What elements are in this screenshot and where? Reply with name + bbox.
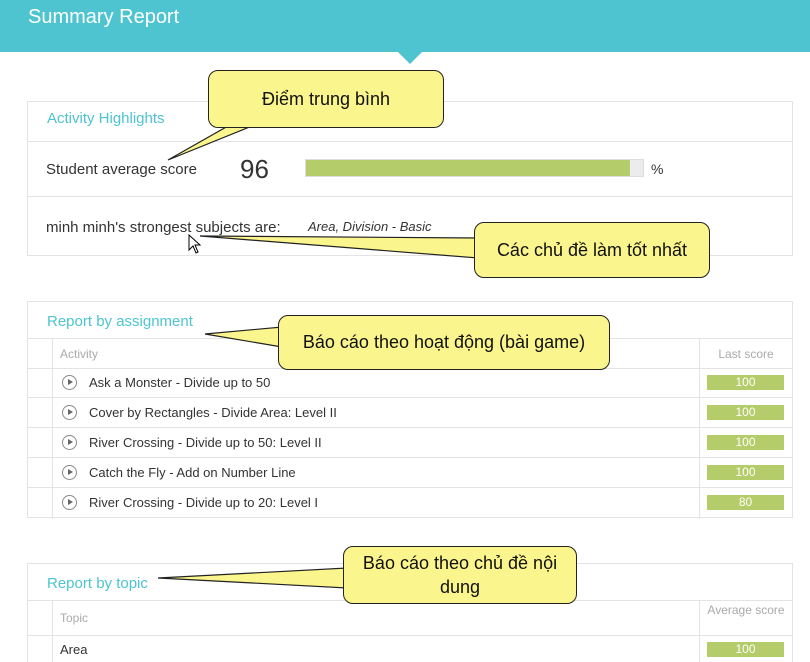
- table-row[interactable]: Catch the Fly - Add on Number Line 100: [28, 458, 792, 488]
- topic-report-title: Report by topic: [47, 575, 148, 592]
- callout-topic-report: Báo cáo theo chủ đề nội dung: [343, 546, 577, 604]
- callout-assignment-report: Báo cáo theo hoạt động (bài game): [278, 315, 610, 370]
- activity-column-header: Activity: [60, 347, 99, 361]
- average-score-bar-fill: [306, 160, 630, 176]
- header-bar: Summary Report: [0, 0, 810, 52]
- average-score-row: Student average score 96 %: [28, 141, 792, 197]
- score-badge: 100: [707, 405, 784, 420]
- strongest-subjects-label: minh minh's strongest subjects are:: [46, 219, 281, 236]
- callout-average-score: Điểm trung bình: [208, 70, 444, 128]
- activity-name: River Crossing - Divide up to 50: Level …: [89, 435, 322, 450]
- topic-name: Area: [60, 642, 88, 657]
- play-icon[interactable]: [62, 465, 77, 480]
- average-score-unit: %: [651, 161, 664, 177]
- topic-column-header: Topic: [60, 611, 89, 625]
- score-badge: 100: [707, 642, 784, 657]
- table-row[interactable]: River Crossing - Divide up to 20: Level …: [28, 488, 792, 518]
- average-score-bar: [305, 159, 644, 177]
- strongest-subjects-value: Area, Division - Basic: [308, 219, 432, 234]
- score-badge: 80: [707, 495, 784, 510]
- topic-table-header: Topic Average score: [28, 600, 792, 636]
- score-badge: 100: [707, 375, 784, 390]
- score-badge: 100: [707, 435, 784, 450]
- table-row[interactable]: Area 100: [28, 635, 792, 662]
- activity-name: Cover by Rectangles - Divide Area: Level…: [89, 405, 337, 420]
- last-score-column-header: Last score: [718, 347, 774, 361]
- page-title: Summary Report: [28, 6, 180, 28]
- average-score-value: 96: [240, 154, 269, 184]
- play-icon[interactable]: [62, 495, 77, 510]
- callout-strongest-subjects: Các chủ đề làm tốt nhất: [474, 222, 710, 278]
- assignment-report-title: Report by assignment: [47, 313, 193, 330]
- average-score-column-header: Average score: [707, 603, 785, 617]
- score-badge: 100: [707, 465, 784, 480]
- activity-name: Ask a Monster - Divide up to 50: [89, 375, 271, 390]
- header-notch: [398, 52, 422, 64]
- table-row[interactable]: Ask a Monster - Divide up to 50 100: [28, 368, 792, 398]
- average-score-label: Student average score: [46, 161, 197, 178]
- mouse-cursor-icon: [188, 234, 202, 254]
- activity-name: River Crossing - Divide up to 20: Level …: [89, 495, 319, 510]
- play-icon[interactable]: [62, 375, 77, 390]
- activity-highlights-title: Activity Highlights: [47, 110, 165, 127]
- activity-name: Catch the Fly - Add on Number Line: [89, 465, 296, 480]
- table-row[interactable]: River Crossing - Divide up to 50: Level …: [28, 428, 792, 458]
- play-icon[interactable]: [62, 435, 77, 450]
- table-row[interactable]: Cover by Rectangles - Divide Area: Level…: [28, 398, 792, 428]
- play-icon[interactable]: [62, 405, 77, 420]
